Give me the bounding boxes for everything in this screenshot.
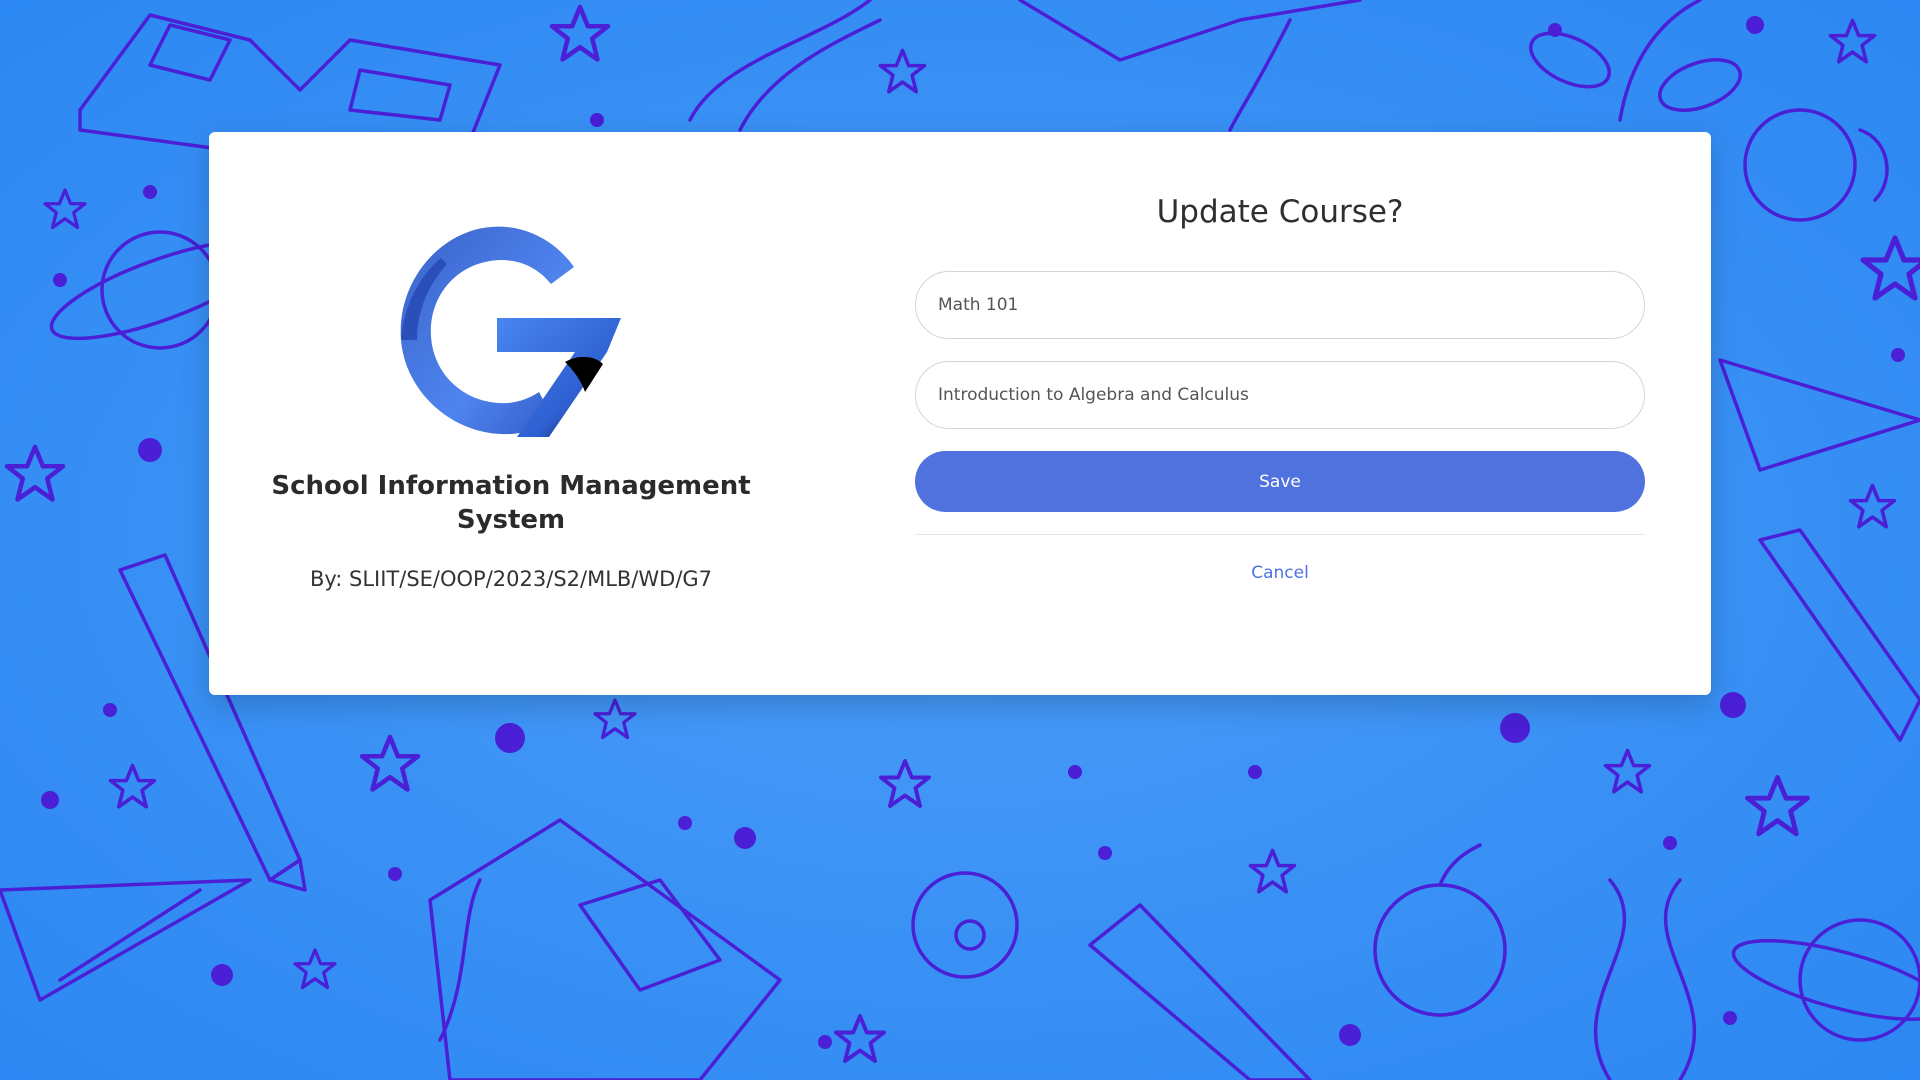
save-button[interactable]: Save (915, 451, 1645, 512)
update-course-form: Update Course? Save Cancel (915, 132, 1645, 695)
divider (915, 534, 1645, 535)
course-name-input[interactable] (915, 271, 1645, 339)
app-title: School Information Management System (271, 471, 751, 535)
g7-logo-icon (400, 226, 621, 437)
course-description-input[interactable] (915, 361, 1645, 429)
form-title: Update Course? (1156, 194, 1404, 230)
brand-panel: School Information Management System By:… (209, 132, 813, 695)
update-course-card: School Information Management System By:… (209, 132, 1711, 695)
group-byline: By: SLIIT/SE/OOP/2023/S2/MLB/WD/G7 (309, 567, 713, 591)
cancel-link[interactable]: Cancel (915, 563, 1645, 583)
